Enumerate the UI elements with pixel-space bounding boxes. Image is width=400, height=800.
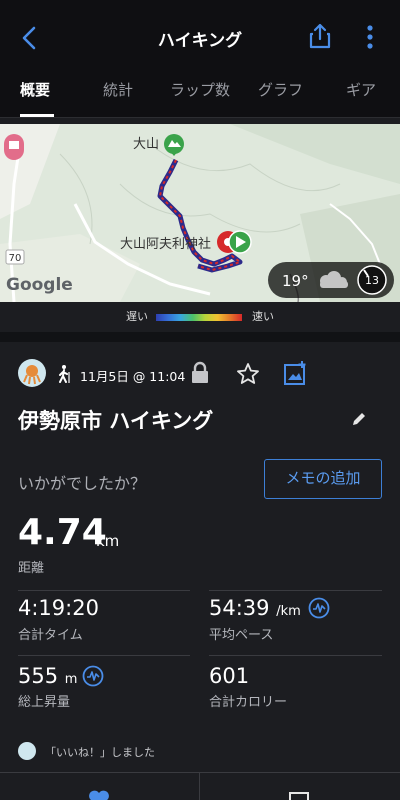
speed-gradient-bar [156, 314, 242, 321]
shrine-label: 大山阿夫利神社 [120, 236, 211, 252]
stat-divider [209, 655, 382, 656]
total-ascent-label: 総上昇量 [18, 695, 71, 710]
section-divider [0, 332, 400, 342]
tab-graph[interactable]: グラフ [258, 79, 303, 100]
page-title: ハイキング [157, 31, 243, 51]
add-memo-button[interactable]: メモの追加 [264, 459, 382, 499]
tab-overview[interactable]: 概要 [20, 79, 50, 100]
ascent-info-icon[interactable] [82, 665, 104, 687]
total-calories-value: 601 [209, 664, 250, 688]
distance-value: 4.74 [18, 512, 107, 553]
activity-meta-row: 11月5日 @ 11:04 [0, 356, 400, 392]
tab-laps[interactable]: ラップ数 [170, 79, 230, 100]
app-header: ハイキング [0, 0, 400, 70]
comment-icon[interactable] [288, 791, 310, 800]
distance-unit: km [96, 532, 120, 550]
tab-bar: 概要 統計 ラップ数 グラフ ギア [0, 70, 400, 118]
activity-date: 11月5日 @ 11:04 [80, 369, 186, 384]
lock-icon[interactable] [190, 361, 210, 385]
bottom-action-bar [0, 772, 400, 800]
liker-avatar [18, 742, 36, 760]
tab-gear[interactable]: ギア [346, 79, 376, 100]
peak-label: 大山 [133, 137, 159, 152]
active-tab-indicator [20, 114, 54, 117]
pace-info-icon[interactable] [308, 597, 330, 619]
speed-legend: 遅い 速い [0, 306, 400, 326]
road-number-label: 70 [9, 253, 22, 264]
share-icon[interactable] [307, 22, 333, 50]
wind-speed-value: 13 [365, 274, 379, 287]
more-options-icon[interactable] [362, 24, 378, 50]
total-time-value: 4:19:20 [18, 596, 99, 620]
map-canvas: 70 大山 大山阿夫利神社 Google 19° 13 [0, 124, 400, 302]
feedback-prompt: いかがでしたか？ [18, 474, 147, 493]
heart-icon[interactable] [88, 789, 110, 800]
total-ascent-unit: m [64, 672, 78, 687]
legend-slow-label: 遅い [126, 310, 148, 323]
hiking-icon [59, 365, 70, 383]
tab-stats[interactable]: 統計 [103, 79, 133, 100]
bottom-divider [199, 773, 200, 800]
avg-pace-value: 54:39 /km [209, 596, 301, 620]
weather-temperature: 19° [282, 272, 309, 290]
legend-fast-label: 速い [252, 310, 274, 323]
add-photo-icon[interactable] [283, 360, 307, 386]
total-ascent-value: 555 m [18, 664, 78, 688]
route-map[interactable]: 70 大山 大山阿夫利神社 Google 19° 13 [0, 124, 400, 302]
total-calories-label: 合計カロリー [209, 695, 288, 710]
edit-pencil-icon[interactable] [350, 410, 368, 428]
total-time-label: 合計タイム [18, 628, 83, 643]
stat-divider [209, 590, 382, 591]
likes-row[interactable]: 「いいね！」しました [0, 740, 400, 764]
google-logo: Google [6, 275, 73, 295]
avg-pace-label: 平均ペース [209, 628, 274, 643]
distance-label: 距離 [18, 561, 45, 576]
star-icon[interactable] [236, 362, 260, 386]
avatar[interactable] [18, 359, 46, 387]
activity-title: 伊勢原市 ハイキング [18, 409, 214, 433]
stat-divider [18, 655, 190, 656]
stat-divider [18, 590, 190, 591]
like-text: 「いいね！」しました [45, 746, 155, 759]
avg-pace-unit: /km [276, 604, 301, 619]
